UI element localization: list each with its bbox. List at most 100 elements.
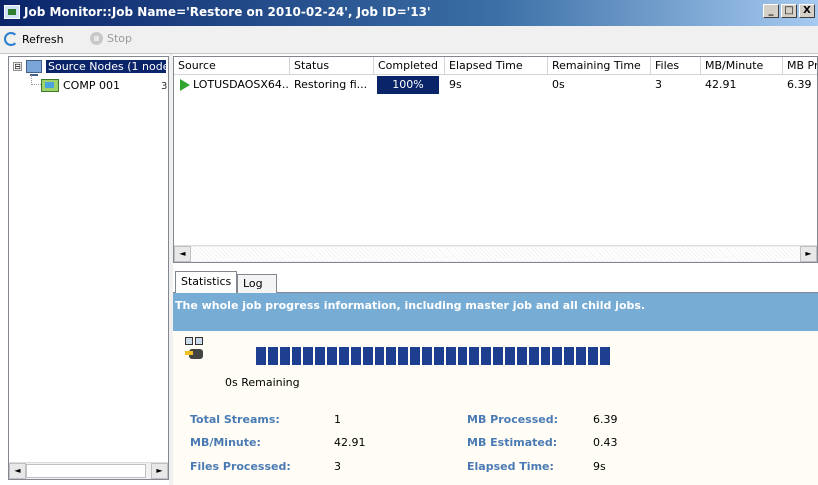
stop-label: Stop xyxy=(107,32,133,45)
refresh-button[interactable]: Refresh xyxy=(4,32,64,46)
computer-icon xyxy=(26,60,42,76)
progress-segment xyxy=(350,347,361,365)
value-files-processed: 3 xyxy=(334,460,341,473)
value-mb-processed: 6.39 xyxy=(593,413,618,426)
scrollbar-thumb[interactable] xyxy=(26,464,146,478)
progress-segment xyxy=(267,347,278,365)
statistics-area: 0s Remaining Total Streams: 1 MB Process… xyxy=(173,331,818,485)
progress-segment xyxy=(516,347,527,365)
value-mb-minute: 42.91 xyxy=(334,436,366,449)
column-header-mb-processed[interactable]: MB Pro xyxy=(783,57,817,75)
progress-segment xyxy=(386,347,397,365)
progress-segment xyxy=(327,347,338,365)
tab-log[interactable]: Log xyxy=(237,274,277,293)
progress-segment xyxy=(493,347,504,365)
progress-segment xyxy=(469,347,480,365)
window-controls: _ □ X xyxy=(763,4,815,18)
tree-connector xyxy=(31,75,41,85)
column-header-status[interactable]: Status xyxy=(290,57,374,75)
progress-segment xyxy=(291,347,302,365)
progress-segment xyxy=(576,347,587,365)
source-nodes-tree: ⊟ Source Nodes (1 node COMP 001 3 ◄ ► xyxy=(8,56,169,480)
scrollbar-track[interactable] xyxy=(191,247,800,261)
collapse-icon[interactable]: ⊟ xyxy=(13,62,22,71)
progress-segment xyxy=(540,347,551,365)
toolbar: Refresh Stop xyxy=(0,26,818,54)
tree-horizontal-scrollbar[interactable]: ◄ ► xyxy=(9,462,168,479)
scroll-left-arrow-icon[interactable]: ◄ xyxy=(9,463,26,479)
window-title: Job Monitor::Job Name='Restore on 2010-0… xyxy=(24,5,431,19)
window-title-bar[interactable]: Job Monitor::Job Name='Restore on 2010-0… xyxy=(0,0,818,26)
progress-segment xyxy=(481,347,492,365)
progress-segment xyxy=(279,347,290,365)
progress-segment xyxy=(445,347,456,365)
progress-segment xyxy=(433,347,444,365)
tree-item-label: COMP 001 xyxy=(63,79,120,92)
label-elapsed-time: Elapsed Time: xyxy=(467,460,554,473)
close-button[interactable]: X xyxy=(799,4,815,18)
grid-horizontal-scrollbar[interactable]: ◄ ► xyxy=(174,245,817,262)
progress-segment xyxy=(398,347,409,365)
column-header-mb-minute[interactable]: MB/Minute xyxy=(701,57,783,75)
progress-segment xyxy=(588,347,598,365)
progress-segment xyxy=(528,347,539,365)
label-mb-minute: MB/Minute: xyxy=(190,436,261,449)
label-files-processed: Files Processed: xyxy=(190,460,291,473)
value-elapsed-time: 9s xyxy=(593,460,606,473)
job-grid: Source Status Completed Elapsed Time Rem… xyxy=(173,56,818,263)
cell-mb-processed: 6.39 xyxy=(787,78,812,91)
job-progress-bar xyxy=(256,347,610,365)
job-progress-icon xyxy=(185,337,207,365)
tree-item-tail: 3 xyxy=(161,81,168,92)
table-row[interactable]: LOTUSDAOSX64... Restoring fi... 100% 9s … xyxy=(174,76,817,94)
tab-statistics[interactable]: Statistics xyxy=(175,271,238,293)
progress-segment xyxy=(362,347,373,365)
cell-source: LOTUSDAOSX64... xyxy=(178,76,290,94)
progress-segment xyxy=(457,347,468,365)
refresh-label: Refresh xyxy=(22,32,64,46)
column-header-remaining-time[interactable]: Remaining Time xyxy=(548,57,651,75)
column-header-completed[interactable]: Completed xyxy=(374,57,445,75)
cell-elapsed-time: 9s xyxy=(449,78,462,91)
maximize-button[interactable]: □ xyxy=(781,4,797,18)
progress-segment xyxy=(564,347,575,365)
label-mb-processed: MB Processed: xyxy=(467,413,559,426)
tree-root-label: Source Nodes (1 node xyxy=(46,60,166,73)
progress-segment xyxy=(410,347,421,365)
stop-button[interactable]: Stop xyxy=(90,32,132,45)
tree-root-source-nodes[interactable]: ⊟ Source Nodes (1 node xyxy=(13,60,166,76)
progress-segment xyxy=(339,347,349,365)
value-total-streams: 1 xyxy=(334,413,341,426)
progress-segment xyxy=(303,347,314,365)
refresh-icon xyxy=(4,32,18,46)
source-text: LOTUSDAOSX64... xyxy=(193,78,290,91)
details-panel: Statistics Log The whole job progress in… xyxy=(173,266,818,485)
grid-scroll-left-arrow-icon[interactable]: ◄ xyxy=(174,246,191,262)
cell-files: 3 xyxy=(655,78,662,91)
progress-segment xyxy=(256,347,266,365)
progress-segment xyxy=(552,347,563,365)
remaining-text: 0s Remaining xyxy=(225,376,300,389)
label-mb-estimated: MB Estimated: xyxy=(467,436,558,449)
progress-segment xyxy=(599,347,610,365)
stop-icon xyxy=(90,32,103,45)
column-header-elapsed-time[interactable]: Elapsed Time xyxy=(445,57,548,75)
statistics-banner: The whole job progress information, incl… xyxy=(173,293,818,331)
node-icon xyxy=(41,79,59,92)
progress-segment xyxy=(505,347,515,365)
scroll-right-arrow-icon[interactable]: ► xyxy=(151,463,168,479)
grid-scroll-right-arrow-icon[interactable]: ► xyxy=(800,246,817,262)
cell-mb-minute: 42.91 xyxy=(705,78,737,91)
tab-strip: Statistics Log xyxy=(173,266,818,293)
column-header-source[interactable]: Source xyxy=(174,57,290,75)
column-header-files[interactable]: Files xyxy=(651,57,701,75)
cell-completed-progress: 100% xyxy=(377,76,439,94)
progress-segment xyxy=(315,347,326,365)
label-total-streams: Total Streams: xyxy=(190,413,280,426)
progress-segment xyxy=(422,347,432,365)
grid-header: Source Status Completed Elapsed Time Rem… xyxy=(174,57,817,75)
tree-item-comp-001[interactable]: COMP 001 xyxy=(41,79,120,92)
minimize-button[interactable]: _ xyxy=(763,4,779,18)
play-icon xyxy=(180,79,190,91)
value-mb-estimated: 0.43 xyxy=(593,436,618,449)
